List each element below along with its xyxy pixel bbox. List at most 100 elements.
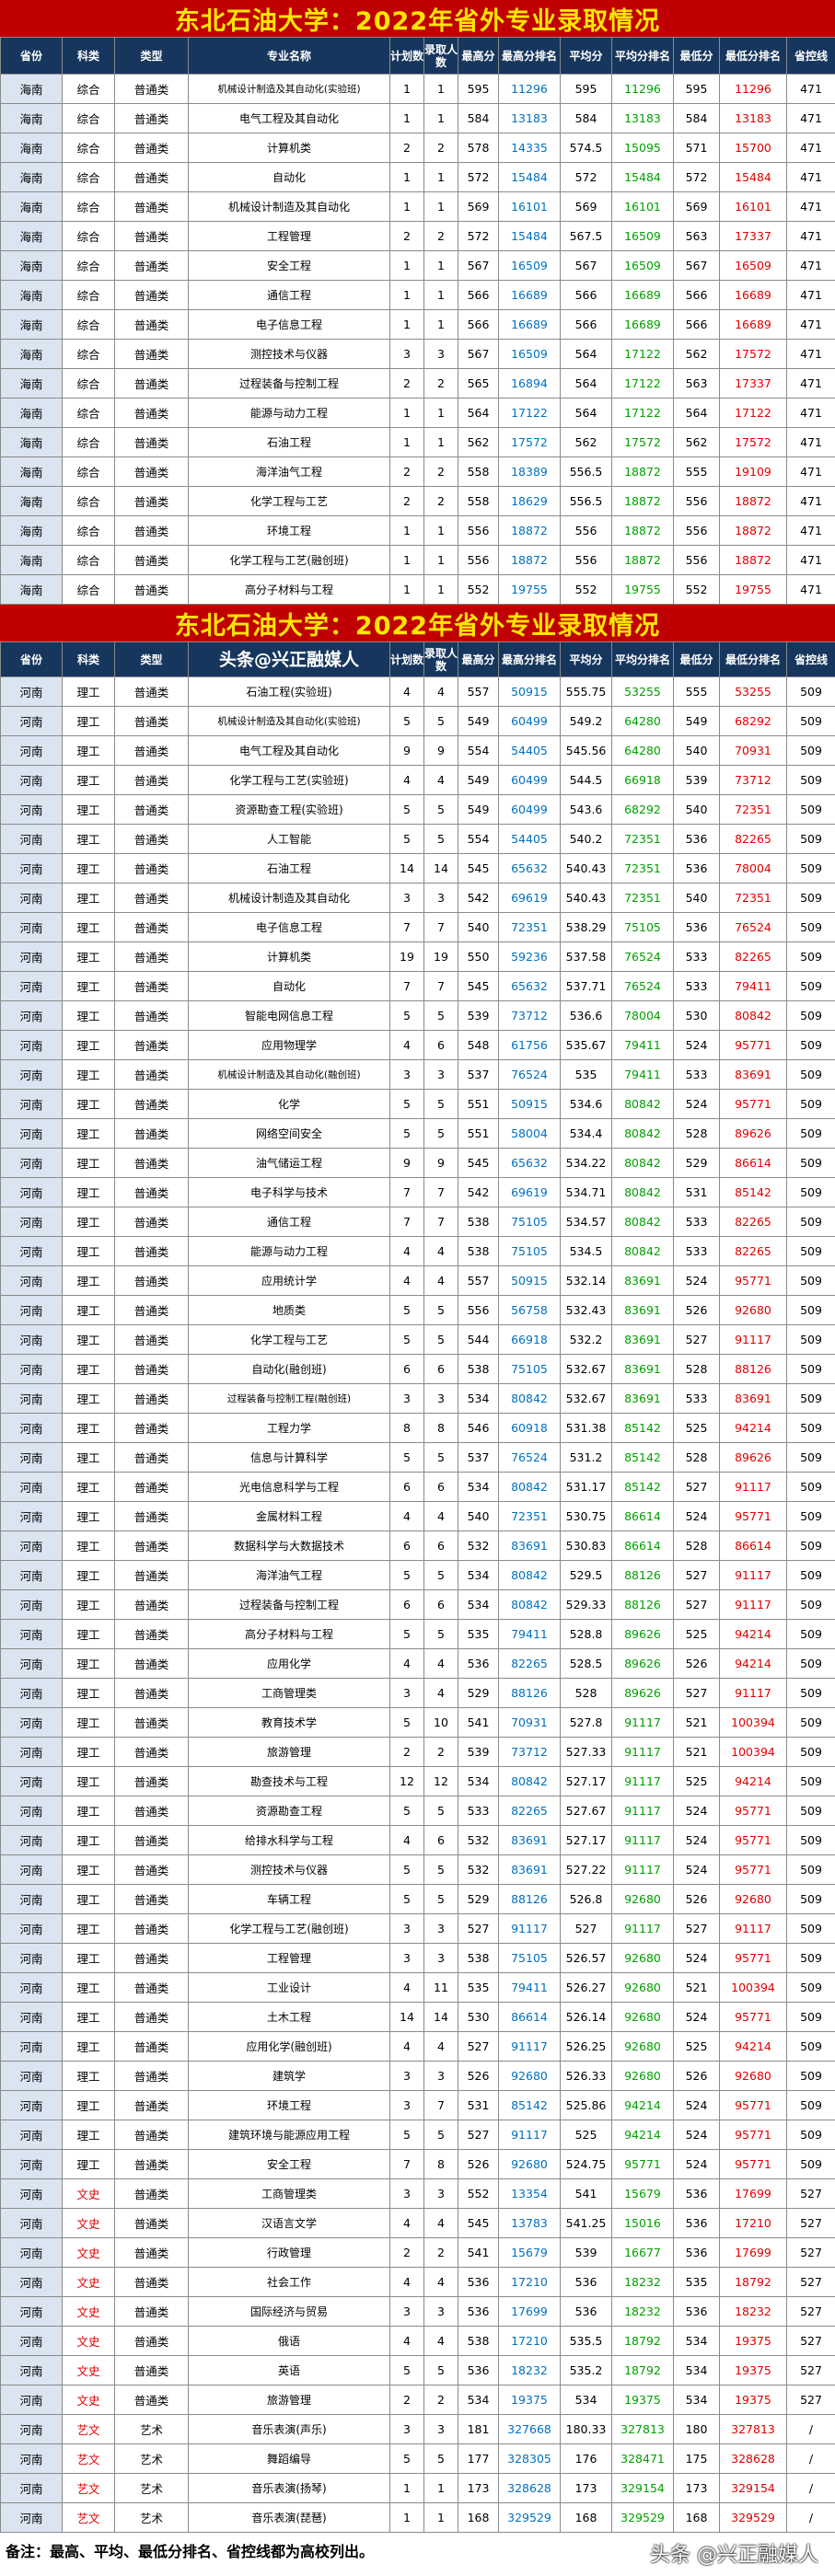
cell-major: 国际经济与贸易 (188, 2296, 390, 2327)
cell-type: 普通类 (114, 162, 189, 192)
cell-category: 理工 (62, 1619, 115, 1649)
cell-major: 自动化 (188, 162, 390, 192)
cell-major: 计算机类 (188, 941, 390, 972)
cell-control-line: 509 (786, 1030, 835, 1060)
cell-plan: 5 (389, 2355, 424, 2385)
cell-type: 普通类 (114, 676, 189, 707)
cell-admitted: 3 (423, 339, 458, 369)
cell-max-score: 546 (458, 1413, 499, 1443)
cell-plan: 1 (389, 162, 424, 192)
cell-max-score: 572 (458, 162, 499, 192)
cell-avg-score: 539 (560, 2237, 612, 2268)
cell-avg-rank: 83691 (611, 1265, 674, 1296)
cell-control-line: 509 (786, 1943, 835, 1973)
cell-max-score: 534 (458, 1589, 499, 1620)
cell-min-score: 524 (673, 2120, 720, 2150)
cell-province: 海南 (0, 368, 63, 399)
cell-admitted: 4 (423, 2031, 458, 2062)
cell-major: 应用物理学 (188, 1030, 390, 1060)
cell-min-score: 525 (673, 2031, 720, 2062)
cell-major: 工程力学 (188, 1413, 390, 1443)
cell-type: 普通类 (114, 2178, 189, 2209)
cell-province: 河南 (0, 1030, 63, 1060)
cell-control-line: 509 (786, 1059, 835, 1090)
cell-avg-rank: 91117 (611, 1707, 674, 1738)
cell-admitted: 3 (423, 1943, 458, 1973)
table-row: 河南 艺文 艺术 音乐表演(扬琴) 1 1 173 328628 173 329154 173 329… (0, 2473, 835, 2503)
cell-plan: 6 (389, 1531, 424, 1561)
cell-admitted: 7 (423, 971, 458, 1001)
cell-major: 通信工程 (188, 280, 390, 310)
cell-max-score: 526 (458, 2149, 499, 2179)
cell-control-line: 509 (786, 2090, 835, 2120)
cell-category: 综合 (62, 486, 115, 516)
cell-major: 过程装备与控制工程 (188, 1589, 390, 1620)
table-row: 河南 理工 普通类 工程管理 3 3 538 75105 526.57 92680 524 95771… (0, 1943, 835, 1973)
cell-province: 海南 (0, 398, 63, 428)
cell-province: 河南 (0, 2355, 63, 2385)
table-row: 河南 理工 普通类 给排水科学与工程 4 6 532 83691 527.17 91117 524 9… (0, 1825, 835, 1855)
cell-min-score: 528 (673, 1531, 720, 1561)
cell-admitted: 19 (423, 941, 458, 972)
cell-min-score: 569 (673, 191, 720, 222)
cell-province: 河南 (0, 1148, 63, 1178)
table-row: 河南 文史 普通类 汉语言文学 4 4 545 13783 541.25 15016 536 1721… (0, 2208, 835, 2238)
cell-max-score: 569 (458, 191, 499, 222)
cell-control-line: 509 (786, 1913, 835, 1944)
cell-plan: 5 (389, 1442, 424, 1473)
cell-min-score: 584 (673, 103, 720, 133)
cell-min-score: 528 (673, 1354, 720, 1384)
cell-major: 石油工程(实验班) (188, 676, 390, 707)
cell-avg-rank: 92680 (611, 1943, 674, 1973)
header-plan: 计划数 (389, 37, 424, 75)
cell-control-line: 509 (786, 1589, 835, 1620)
cell-major: 电气工程及其自动化 (188, 103, 390, 133)
cell-avg-score: 532.67 (560, 1383, 612, 1414)
cell-max-score: 556 (458, 515, 499, 546)
cell-max-rank: 83691 (498, 1825, 561, 1855)
cell-avg-score: 541.25 (560, 2208, 612, 2238)
cell-avg-score: 537.71 (560, 971, 612, 1001)
header-category: 科类 (62, 37, 115, 75)
cell-max-score: 534 (458, 1472, 499, 1502)
cell-max-rank: 82265 (498, 1796, 561, 1826)
table-row: 河南 理工 普通类 电气工程及其自动化 9 9 554 54405 545.56 64280 540… (0, 735, 835, 766)
cell-major: 机械设计制造及其自动化 (188, 191, 390, 222)
cell-admitted: 4 (423, 2326, 458, 2356)
cell-category: 艺文 (62, 2443, 115, 2474)
cell-type: 普通类 (114, 853, 189, 884)
cell-max-score: 527 (458, 2031, 499, 2062)
cell-major: 化学工程与工艺(融创班) (188, 545, 390, 575)
cell-control-line: 471 (786, 545, 835, 575)
cell-max-score: 532 (458, 1531, 499, 1561)
cell-admitted: 2 (423, 133, 458, 163)
cell-max-rank: 328305 (498, 2443, 561, 2474)
header-admitted: 录取人数 (423, 37, 458, 75)
cell-avg-score: 527.22 (560, 1854, 612, 1885)
cell-major: 应用化学(融创班) (188, 2031, 390, 2062)
cell-plan: 1 (389, 427, 424, 457)
cell-max-rank: 75105 (498, 1354, 561, 1384)
cell-type: 普通类 (114, 250, 189, 281)
cell-type: 普通类 (114, 2208, 189, 2238)
cell-plan: 14 (389, 2002, 424, 2032)
cell-type: 普通类 (114, 545, 189, 575)
cell-avg-rank: 17572 (611, 427, 674, 457)
cell-max-rank: 328628 (498, 2473, 561, 2503)
cell-avg-score: 526.57 (560, 1943, 612, 1973)
cell-max-rank: 18872 (498, 545, 561, 575)
cell-avg-score: 535.67 (560, 1030, 612, 1060)
cell-admitted: 3 (423, 1383, 458, 1414)
cell-min-rank: 328628 (719, 2443, 787, 2474)
table-row: 海南 综合 普通类 机械设计制造及其自动化(实验班) 1 1 595 11296 595 1129… (0, 74, 835, 104)
cell-province: 海南 (0, 191, 63, 222)
cell-major: 高分子材料与工程 (188, 1619, 390, 1649)
cell-avg-score: 574.5 (560, 133, 612, 163)
cell-min-rank: 329154 (719, 2473, 787, 2503)
cell-category: 理工 (62, 1059, 115, 1090)
cell-min-score: 536 (673, 2178, 720, 2209)
cell-avg-rank: 11296 (611, 74, 674, 104)
cell-major: 工程管理 (188, 221, 390, 251)
cell-major: 计算机类 (188, 133, 390, 163)
cell-avg-score: 564 (560, 339, 612, 369)
